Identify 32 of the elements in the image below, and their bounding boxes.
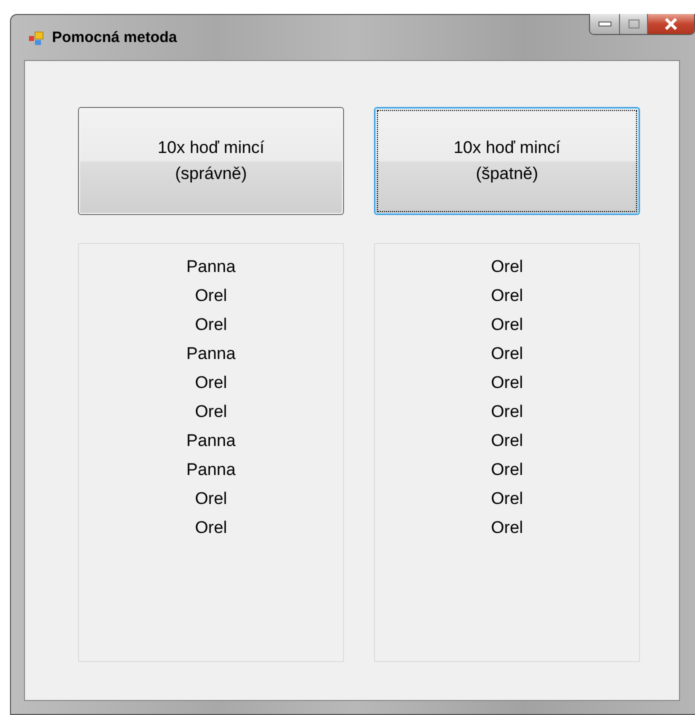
coin-toss-button[interactable]: 10x hoď mincí (špatně) bbox=[374, 107, 640, 215]
results-listbox[interactable]: Panna Orel Orel Panna Orel Orel Panna Panna Orel Orel bbox=[78, 243, 344, 662]
list-item: Orel bbox=[490, 459, 524, 481]
list-item: Orel bbox=[490, 256, 524, 278]
list-item: Panna bbox=[186, 256, 236, 278]
minimize-button[interactable] bbox=[590, 14, 620, 34]
list-item: Orel bbox=[490, 517, 524, 539]
list-item: Orel bbox=[194, 285, 228, 307]
list-item: Orel bbox=[490, 343, 524, 365]
list-item: Orel bbox=[490, 401, 524, 423]
close-button[interactable] bbox=[648, 14, 694, 34]
list-item: Orel bbox=[490, 285, 524, 307]
list-item: Orel bbox=[194, 488, 228, 510]
list-item: Panna bbox=[186, 343, 236, 365]
list-item: Orel bbox=[194, 372, 228, 394]
app-icon bbox=[28, 30, 44, 46]
window-title: Pomocná metoda bbox=[52, 29, 178, 46]
list-item: Panna bbox=[186, 430, 236, 452]
minimize-icon bbox=[598, 21, 612, 27]
list-item: Orel bbox=[490, 314, 524, 336]
list-item: Orel bbox=[490, 488, 524, 510]
list-item: Orel bbox=[490, 372, 524, 394]
list-item: Orel bbox=[194, 401, 228, 423]
maximize-icon bbox=[628, 19, 640, 29]
maximize-button[interactable] bbox=[620, 14, 648, 34]
list-item: Orel bbox=[490, 430, 524, 452]
results-listbox[interactable]: Orel Orel Orel Orel Orel Orel Orel Orel Orel Orel bbox=[374, 243, 640, 662]
coin-toss-button[interactable]: 10x hoď mincí (správně) bbox=[78, 107, 344, 215]
list-item: Orel bbox=[194, 517, 228, 539]
close-icon bbox=[664, 18, 678, 30]
list-item: Orel bbox=[194, 314, 228, 336]
list-item: Panna bbox=[186, 459, 236, 481]
